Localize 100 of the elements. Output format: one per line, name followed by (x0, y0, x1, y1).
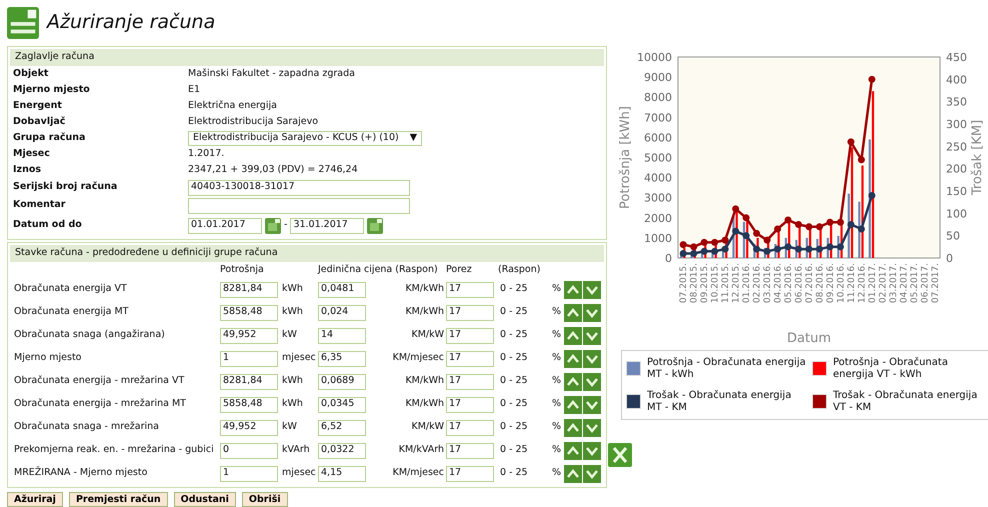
unit-label: mjesec (281, 353, 317, 364)
item-name: Obračunata snaga (angažirana) (13, 330, 166, 342)
axis-tick-label: 04.2017. (899, 263, 910, 304)
percent-label: % (550, 353, 562, 364)
field-label: Datum od do (13, 220, 83, 232)
item-name: Obračunata energija - mrežarina MT (13, 399, 187, 410)
field-label: Komentar (13, 200, 66, 212)
axis-tick-label: 2000 (644, 212, 672, 225)
percent-label: % (550, 445, 562, 456)
section-header: Stavke računa - predodređene u definiciji grupe računa (10, 244, 604, 262)
axis-tick-label: 11.2016. (846, 263, 857, 304)
axis-tick-label: 01.2017. (868, 263, 878, 304)
range-label: 0 - 25 (499, 399, 529, 410)
unit-label: mjesec (281, 468, 317, 480)
column-header: Porez (446, 264, 473, 276)
percent-label: % (550, 468, 562, 480)
percent-label: % (550, 422, 562, 434)
unit-label: kVArh (281, 445, 311, 456)
axis-tick-label: 02.2017. (878, 263, 888, 304)
axis-tick-label: 0 (665, 252, 672, 265)
axis-tick-label: 4000 (644, 172, 672, 185)
percent-label: % (550, 376, 562, 388)
axis-tick-label: 6000 (644, 131, 672, 144)
field-value: 2347,21 + 399,03 (PDV) = 2746,24 (188, 165, 359, 176)
legend-label: Trošak - Obračunata energija VT - KM (833, 390, 978, 413)
price-unit-label: KM/kWh (404, 376, 445, 388)
column-header: Potrošnja (220, 264, 265, 276)
axis-tick-label: 250 (946, 140, 967, 154)
axis-tick-label: 03.2016. (763, 263, 774, 304)
axis-tick-label: 11.2015. (721, 263, 732, 304)
axis-tick-label: 07.2017. (930, 263, 941, 304)
unit-label: kW (281, 422, 298, 434)
unit-label: kWh (281, 284, 304, 296)
item-name: Obračunata energija MT (13, 307, 130, 318)
axis-tick-label: 05.2016. (784, 263, 794, 304)
axis-tick-label: 10.2016. (836, 263, 846, 304)
axis-tick-label: 100 (946, 207, 967, 220)
axis-tick-label: 07.2015. (679, 263, 690, 304)
price-unit-label: KM/kW (410, 330, 445, 342)
field-label: Iznos (13, 165, 42, 176)
range-label: 0 - 25 (499, 353, 529, 364)
column-header: (Raspon) (498, 264, 542, 276)
axis-tick-label: 07.2016. (805, 263, 815, 304)
axis-tick-label: 03.2017. (888, 263, 899, 304)
range-separator: - (284, 220, 288, 232)
price-unit-label: KM/kW (410, 422, 445, 434)
range-label: 0 - 25 (499, 284, 529, 296)
axis-tick-label: 400 (946, 73, 967, 86)
price-unit-label: KM/mjesec (392, 353, 445, 364)
field-label: Energent (13, 101, 63, 112)
percent-label: % (550, 399, 562, 410)
axis-tick-label: 04.2016. (774, 263, 784, 304)
field-label: Mjerno mjesto (13, 85, 91, 96)
item-name: Prekomjerna reak. en. - mrežarina - gubici (13, 445, 215, 456)
axis-tick-label: 150 (946, 185, 967, 198)
axis-tick-label: 350 (946, 96, 967, 109)
item-name: Obračunata snaga - mrežarina (13, 422, 160, 434)
axis-tick-label: 9000 (644, 71, 672, 84)
axis-tick-label: 10.2015. (710, 263, 721, 304)
axis-tick-label: 200 (946, 162, 967, 176)
unit-label: kWh (281, 399, 304, 410)
axis-tick-label: 7000 (644, 111, 672, 124)
item-name: Obračunata energija VT (13, 284, 128, 296)
range-label: 0 - 25 (499, 468, 529, 480)
field-value: Elektrodistribucija Sarajevo (188, 117, 320, 128)
column-header: Jedinična cijena (Raspon) (318, 264, 439, 276)
legend-label: Potrošnja - Obračunata energija MT - kWh (647, 357, 806, 380)
field-value: Električna energija (188, 101, 278, 112)
axis-tick-label: 08.2016. (815, 263, 826, 304)
axis-tick-label: 8000 (644, 91, 672, 104)
price-unit-label: KM/mjesec (392, 468, 445, 480)
price-unit-label: KM/kWh (404, 284, 445, 296)
axis-title: Trošak [KM] (970, 120, 985, 196)
percent-label: % (550, 330, 562, 342)
range-label: 0 - 25 (499, 422, 529, 434)
axis-title: Potrošnja [kWh] (618, 106, 633, 209)
axis-tick-label: 01.2016. (742, 263, 752, 304)
axis-tick-label: 10000 (637, 51, 672, 64)
axis-tick-label: 09.2016. (826, 263, 836, 304)
percent-label: % (550, 284, 562, 296)
field-label: Dobavljač (13, 117, 66, 128)
axis-tick-label: 02.2016. (752, 263, 763, 304)
field-label: Objekt (13, 69, 50, 80)
axis-tick-label: 50 (946, 230, 960, 243)
field-label: Grupa računa (13, 133, 86, 144)
axis-tick-label: 300 (946, 118, 967, 131)
axis-tick-label: 12.2015. (732, 263, 742, 304)
item-name: Mjerno mjesto (13, 353, 82, 364)
section-header: Zaglavlje računa (10, 49, 604, 66)
field-value: 1.2017. (188, 149, 226, 160)
axis-tick-label: 3000 (644, 192, 672, 205)
field-label: Mjesec (13, 149, 51, 160)
axis-title: Datum (787, 331, 831, 346)
legend-label: Potrošnja - Obračunata energija VT - kWh (833, 357, 949, 380)
item-name: MREŽIRANA - Mjerno mjesto (13, 468, 148, 480)
page-title: Ažuriranje računa (47, 12, 216, 34)
axis-tick-label: 12.2016. (857, 263, 868, 304)
axis-tick-label: 5000 (644, 152, 672, 164)
axis-tick-label: 0 (946, 252, 953, 265)
price-unit-label: KM/kWh (404, 399, 445, 410)
